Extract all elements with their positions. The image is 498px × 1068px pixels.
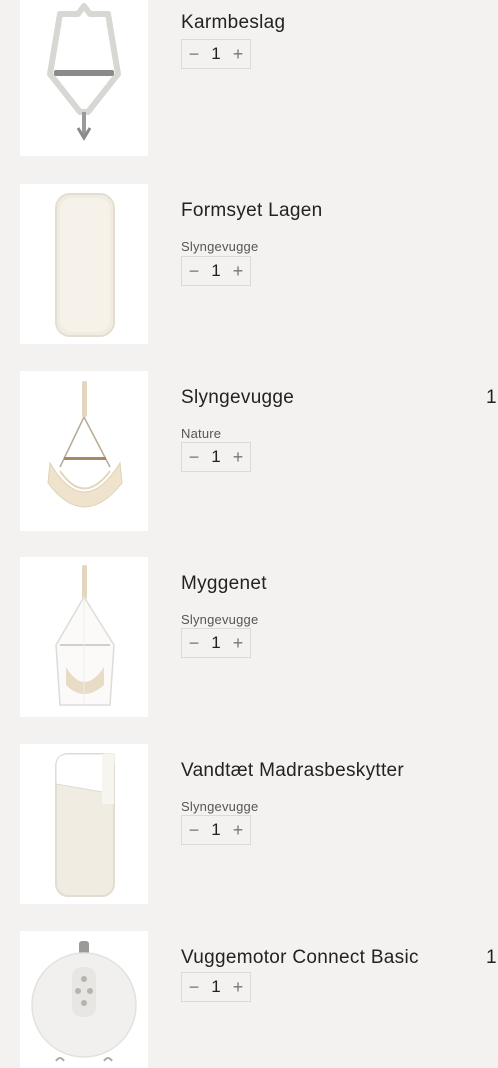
item-variant: Nature <box>181 426 222 441</box>
quantity-value[interactable]: 1 <box>206 261 226 281</box>
quantity-stepper: − 1 + <box>181 39 251 69</box>
item-title[interactable]: Vuggemotor Connect Basic <box>181 947 419 969</box>
increase-quantity-button[interactable]: + <box>226 815 250 845</box>
quantity-value[interactable]: 1 <box>206 44 226 64</box>
item-title[interactable]: Slyngevugge <box>181 387 294 409</box>
quantity-stepper: − 1 + <box>181 972 251 1002</box>
quantity-stepper: − 1 + <box>181 815 251 845</box>
quantity-value[interactable]: 1 <box>206 633 226 653</box>
quantity-value[interactable]: 1 <box>206 820 226 840</box>
decrease-quantity-button[interactable]: − <box>182 39 206 69</box>
item-variant: Slyngevugge <box>181 239 259 254</box>
decrease-quantity-button[interactable]: − <box>182 972 206 1002</box>
decrease-quantity-button[interactable]: − <box>182 628 206 658</box>
decrease-quantity-button[interactable]: − <box>182 442 206 472</box>
product-image-hammock-cradle[interactable] <box>20 371 148 531</box>
product-image-fitted-sheet[interactable] <box>20 184 148 344</box>
decrease-quantity-button[interactable]: − <box>182 815 206 845</box>
product-image-waterproof-mattress-protector[interactable] <box>20 744 148 904</box>
cart-item: Vuggemotor Connect Basic 1 − 1 + <box>0 931 498 1068</box>
increase-quantity-button[interactable]: + <box>226 442 250 472</box>
item-title[interactable]: Karmbeslag <box>181 12 285 34</box>
product-image-door-frame-bracket[interactable] <box>20 0 148 156</box>
cart-item: Karmbeslag − 1 + <box>0 0 498 156</box>
item-title[interactable]: Formsyet Lagen <box>181 200 323 222</box>
cart-item: Myggenet Slyngevugge − 1 + <box>0 557 498 717</box>
product-image-cradle-motor[interactable] <box>20 931 148 1068</box>
cart-item: Slyngevugge 1 Nature − 1 + <box>0 371 498 531</box>
quantity-value[interactable]: 1 <box>206 977 226 997</box>
cart-item: Formsyet Lagen Slyngevugge − 1 + <box>0 184 498 344</box>
decrease-quantity-button[interactable]: − <box>182 256 206 286</box>
item-title[interactable]: Myggenet <box>181 573 267 595</box>
increase-quantity-button[interactable]: + <box>226 972 250 1002</box>
quantity-stepper: − 1 + <box>181 256 251 286</box>
quantity-value[interactable]: 1 <box>206 447 226 467</box>
item-variant: Slyngevugge <box>181 799 259 814</box>
item-price: 1 <box>486 947 497 968</box>
increase-quantity-button[interactable]: + <box>226 39 250 69</box>
increase-quantity-button[interactable]: + <box>226 628 250 658</box>
cart-item: Vandtæt Madrasbeskytter Slyngevugge − 1 … <box>0 744 498 904</box>
increase-quantity-button[interactable]: + <box>226 256 250 286</box>
quantity-stepper: − 1 + <box>181 442 251 472</box>
quantity-stepper: − 1 + <box>181 628 251 658</box>
item-variant: Slyngevugge <box>181 612 259 627</box>
item-price: 1 <box>486 387 497 408</box>
item-title[interactable]: Vandtæt Madrasbeskytter <box>181 760 404 782</box>
product-image-mosquito-net[interactable] <box>20 557 148 717</box>
